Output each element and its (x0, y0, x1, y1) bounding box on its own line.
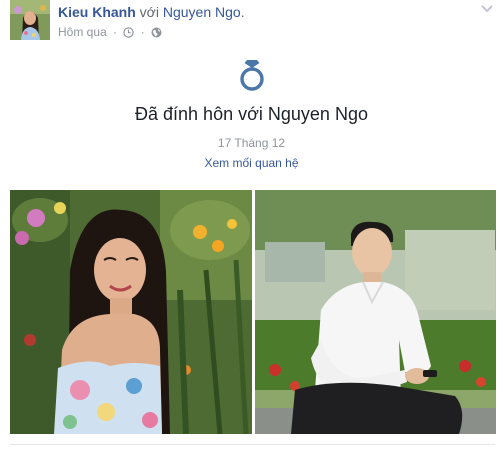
globe-privacy-icon[interactable] (151, 26, 162, 42)
photo-man[interactable] (255, 190, 496, 434)
photo-woman-image (10, 190, 252, 434)
photo-man-image (255, 190, 496, 434)
post-header: Kieu Khanh với Nguyen Ngo. Hôm qua · · (10, 0, 495, 42)
life-event: Đã đính hôn với Nguyen Ngo 17 Tháng 12 X… (0, 58, 503, 172)
post-title-line: Kieu Khanh với Nguyen Ngo. (58, 3, 245, 21)
avatar-image (10, 0, 50, 40)
life-event-title: Đã đính hôn với Nguyen Ngo (135, 104, 368, 124)
title-period: . (240, 4, 245, 20)
photo-grid (10, 190, 496, 434)
photo-woman[interactable] (10, 190, 252, 434)
feed-post: Kieu Khanh với Nguyen Ngo. Hôm qua · · Đ… (0, 0, 503, 451)
tagged-friend-link[interactable]: Nguyen Ngo (163, 4, 241, 20)
view-relationship-link[interactable]: Xem mối quan hệ (204, 155, 298, 171)
author-name-link[interactable]: Kieu Khanh (58, 4, 136, 20)
life-event-date: 17 Tháng 12 (217, 136, 286, 150)
meta-separator: · (113, 25, 118, 39)
meta-separator-2: · (140, 25, 145, 39)
author-avatar[interactable] (10, 0, 50, 40)
with-text: với (139, 4, 159, 20)
post-divider (10, 444, 495, 445)
post-options-chevron-icon[interactable] (479, 2, 495, 16)
post-timestamp-link[interactable]: Hôm qua (58, 25, 107, 39)
post-meta: Hôm qua · · (58, 24, 162, 42)
engagement-ring-icon (239, 60, 264, 91)
clock-icon (123, 26, 135, 42)
